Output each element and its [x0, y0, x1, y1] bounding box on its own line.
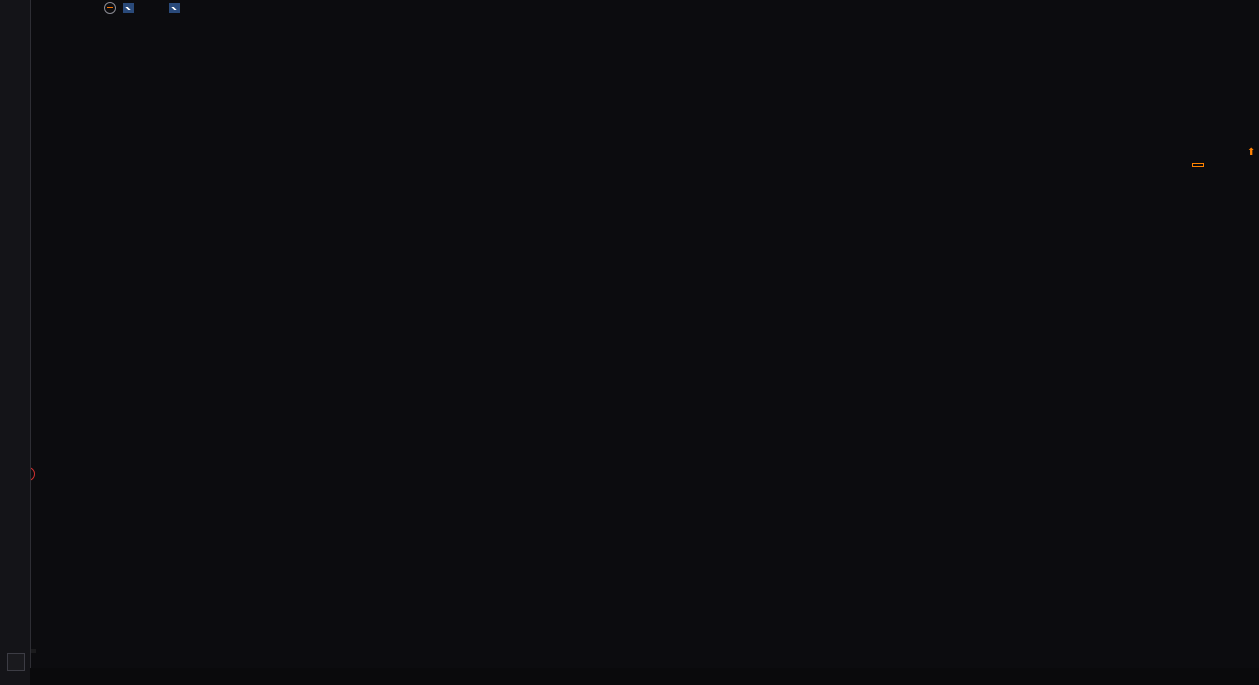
chart-header: [90, 1, 194, 15]
left-sidebar: [0, 0, 31, 685]
current-price-badge: [1192, 163, 1204, 167]
minus-circle-icon[interactable]: [104, 2, 116, 14]
trading-app-window: ⬆: [0, 0, 1259, 685]
price-chart-canvas[interactable]: [0, 0, 1259, 685]
sidebar-bottom-box[interactable]: [7, 653, 25, 671]
indicator-toolbar: [30, 668, 1259, 685]
price-up-arrow-icon: ⬆: [1247, 147, 1255, 158]
ma-indicator-icon[interactable]: [169, 3, 180, 13]
boll-indicator-icon[interactable]: [123, 3, 134, 13]
date-axis: [30, 648, 1259, 668]
